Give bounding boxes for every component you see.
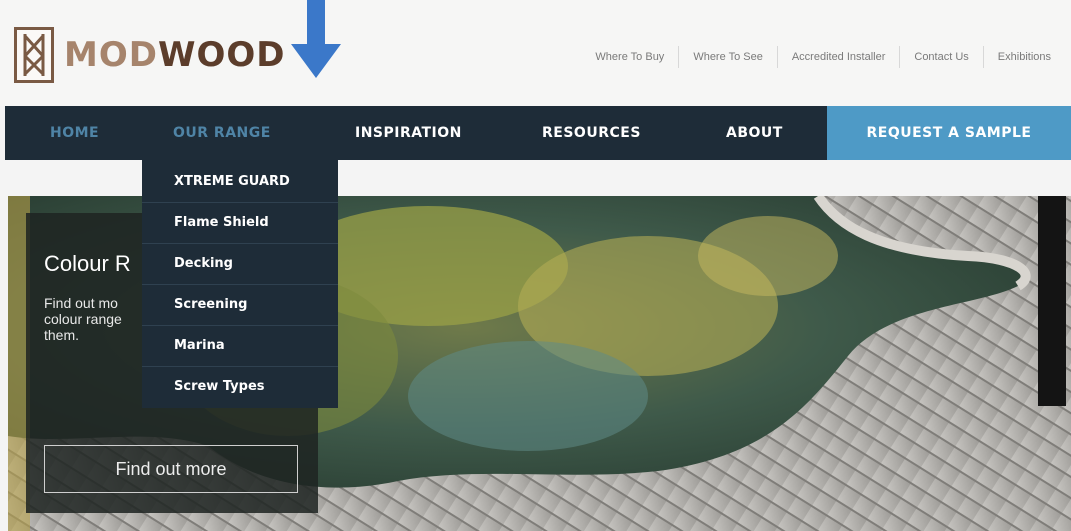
link-exhibitions[interactable]: Exhibitions bbox=[982, 46, 1065, 68]
logo-word-wood: WOOD bbox=[157, 35, 286, 75]
hero-text-line: colour range bbox=[44, 311, 122, 327]
nav-resources[interactable]: RESOURCES bbox=[542, 106, 641, 160]
hero-description: Find out mo colour range them. bbox=[44, 295, 154, 343]
nav-inspiration[interactable]: INSPIRATION bbox=[355, 106, 462, 160]
logo-word-mod: MOD bbox=[64, 35, 158, 75]
dropdown-item-decking[interactable]: Decking bbox=[174, 243, 233, 284]
dropdown-item-marina[interactable]: Marina bbox=[174, 325, 225, 366]
our-range-dropdown: XTREME GUARD Flame Shield Decking Screen… bbox=[142, 160, 338, 408]
top-header: MODWOOD Where To Buy Where To See Accred… bbox=[0, 0, 1071, 106]
main-nav: HOME OUR RANGE INSPIRATION RESOURCES ABO… bbox=[5, 106, 1071, 160]
nav-about[interactable]: ABOUT bbox=[726, 106, 783, 160]
link-where-to-see[interactable]: Where To See bbox=[678, 46, 777, 68]
utility-links: Where To Buy Where To See Accredited Ins… bbox=[581, 46, 1065, 68]
find-out-more-button[interactable]: Find out more bbox=[44, 445, 298, 493]
modwood-logo[interactable]: MODWOOD bbox=[14, 25, 286, 85]
dropdown-item-xtreme-guard[interactable]: XTREME GUARD bbox=[174, 161, 290, 202]
link-where-to-buy[interactable]: Where To Buy bbox=[581, 46, 678, 68]
modwood-logo-icon bbox=[14, 27, 54, 83]
hero-text-line: them. bbox=[44, 327, 80, 343]
hero-text-line: Find out mo bbox=[44, 295, 118, 311]
link-contact-us[interactable]: Contact Us bbox=[899, 46, 982, 68]
logo-wordmark: MODWOOD bbox=[64, 38, 286, 72]
dropdown-divider bbox=[142, 243, 338, 244]
nav-home[interactable]: HOME bbox=[50, 106, 99, 160]
dropdown-item-screw-types[interactable]: Screw Types bbox=[174, 366, 265, 407]
dropdown-divider bbox=[142, 325, 338, 326]
nav-our-range[interactable]: OUR RANGE bbox=[173, 106, 271, 160]
request-sample-button[interactable]: REQUEST A SAMPLE bbox=[827, 106, 1071, 160]
arrow-down-icon bbox=[291, 0, 341, 78]
dropdown-item-screening[interactable]: Screening bbox=[174, 284, 247, 325]
hero-title: Colour R bbox=[44, 251, 131, 276]
link-accredited-installer[interactable]: Accredited Installer bbox=[776, 46, 900, 68]
dropdown-item-flame-shield[interactable]: Flame Shield bbox=[174, 202, 269, 243]
